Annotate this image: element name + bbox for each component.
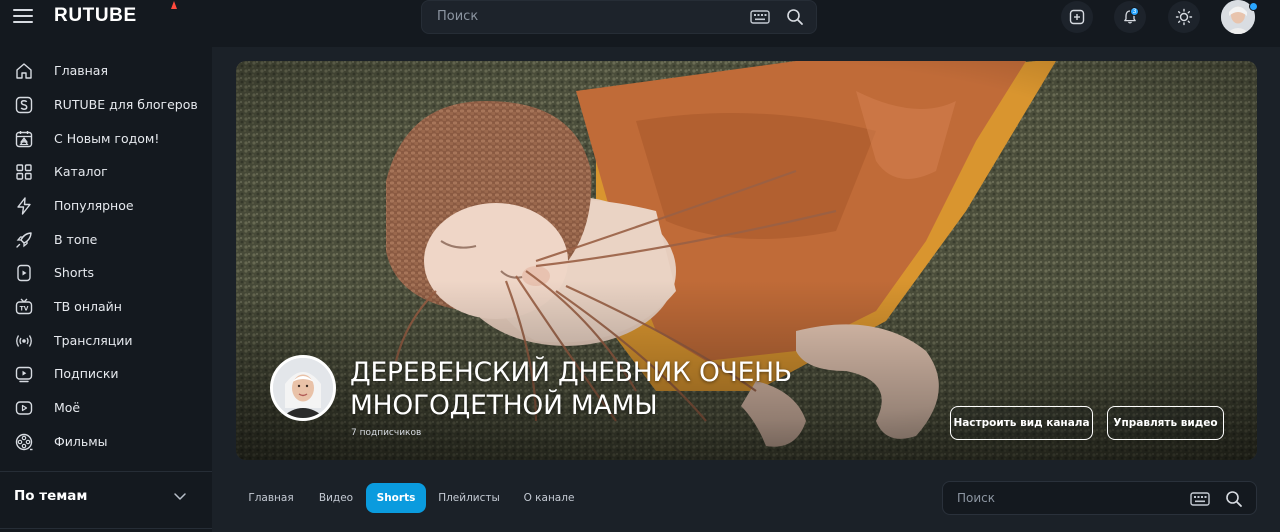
sidebar-divider bbox=[0, 471, 212, 472]
sidebar-item-label: Трансляции bbox=[54, 333, 133, 348]
svg-text:TV: TV bbox=[20, 306, 29, 313]
subscriptions-icon bbox=[15, 366, 33, 383]
tab-home[interactable]: Главная bbox=[242, 483, 300, 513]
sidebar-item-label: Каталог bbox=[54, 164, 108, 179]
sidebar-item-label: Фильмы bbox=[54, 434, 108, 449]
channel-search-bar[interactable]: Поиск bbox=[942, 481, 1257, 515]
shorts-icon bbox=[17, 264, 31, 282]
sidebar-item-label: Shorts bbox=[54, 265, 95, 280]
menu-icon[interactable] bbox=[13, 6, 33, 26]
chevron-down-icon bbox=[174, 493, 186, 500]
search-input[interactable]: Поиск bbox=[437, 9, 478, 24]
tab-shorts[interactable]: Shorts bbox=[366, 483, 426, 513]
sidebar-divider bbox=[0, 528, 212, 529]
search-bar[interactable]: Поиск bbox=[421, 0, 817, 34]
sidebar-item-label: Популярное bbox=[54, 198, 134, 213]
sidebar-item-top[interactable]: В топе bbox=[0, 223, 212, 257]
sidebar-item-broadcasts[interactable]: Трансляции bbox=[0, 324, 212, 358]
rocket-icon bbox=[16, 232, 32, 248]
theme-toggle-button[interactable] bbox=[1168, 1, 1200, 33]
manage-videos-button[interactable]: Управлять видео bbox=[1107, 406, 1224, 440]
sun-icon bbox=[1175, 8, 1193, 26]
channel-avatar-photo bbox=[273, 358, 333, 418]
logo-accent-icon bbox=[171, 1, 177, 9]
sidebar-item-label: Главная bbox=[54, 63, 108, 78]
sidebar-item-tv[interactable]: TV ТВ онлайн bbox=[0, 290, 212, 324]
sidebar-item-bloggers[interactable]: RUTUBE для блогеров bbox=[0, 88, 212, 122]
sidebar-item-popular[interactable]: Популярное bbox=[0, 189, 212, 223]
tab-videos[interactable]: Видео bbox=[311, 483, 361, 513]
sidebar-item-label: ТВ онлайн bbox=[54, 299, 122, 314]
sidebar-item-films[interactable]: Фильмы bbox=[0, 425, 212, 459]
broadcast-icon bbox=[16, 335, 32, 347]
sidebar-item-new-year[interactable]: С Новым годом! bbox=[0, 122, 212, 156]
keyboard-icon[interactable] bbox=[1190, 492, 1210, 506]
rutube-logo[interactable]: RUTUBE bbox=[54, 5, 137, 27]
grid-icon bbox=[16, 164, 32, 180]
studio-icon bbox=[15, 96, 33, 114]
customize-channel-button[interactable]: Настроить вид канала bbox=[950, 406, 1093, 440]
sidebar-item-label: Подписки bbox=[54, 366, 119, 381]
search-icon[interactable] bbox=[786, 8, 804, 26]
channel-title: ДЕРЕВЕНСКИЙ ДНЕВНИК ОЧЕНЬ МНОГОДЕТНОЙ МА… bbox=[350, 357, 792, 421]
top-bar: RUTUBE Поиск 3 bbox=[0, 0, 1280, 34]
sidebar-item-home[interactable]: Главная bbox=[0, 54, 212, 88]
upload-button[interactable] bbox=[1061, 1, 1093, 33]
tab-playlists[interactable]: Плейлисты bbox=[432, 483, 506, 513]
sidebar-topics-label: По темам bbox=[14, 488, 88, 504]
tv-icon: TV bbox=[15, 298, 33, 315]
sidebar-item-catalog[interactable]: Каталог bbox=[0, 155, 212, 189]
user-status-dot bbox=[1249, 2, 1258, 11]
sidebar-item-label: Моё bbox=[54, 400, 81, 415]
lightning-icon bbox=[17, 197, 31, 215]
sidebar-topics-toggle[interactable]: По темам bbox=[0, 479, 212, 513]
search-icon[interactable] bbox=[1225, 490, 1243, 508]
film-icon bbox=[15, 433, 33, 451]
sidebar-item-my[interactable]: Моё bbox=[0, 391, 212, 425]
sidebar-item-label: RUTUBE для блогеров bbox=[54, 97, 198, 112]
plus-square-icon bbox=[1069, 9, 1085, 25]
sidebar-item-subscriptions[interactable]: Подписки bbox=[0, 357, 212, 391]
channel-search-input[interactable]: Поиск bbox=[957, 491, 995, 505]
sidebar: Главная RUTUBE для блогеров С Новым годо… bbox=[0, 47, 212, 532]
my-videos-icon bbox=[15, 401, 33, 415]
calendar-tree-icon bbox=[15, 131, 33, 148]
sidebar-item-shorts[interactable]: Shorts bbox=[0, 256, 212, 290]
home-icon bbox=[16, 63, 32, 79]
notification-badge: 3 bbox=[1130, 7, 1139, 16]
subscriber-count: 7 подписчиков bbox=[351, 428, 422, 438]
keyboard-icon[interactable] bbox=[750, 10, 770, 24]
tab-about[interactable]: О канале bbox=[516, 483, 582, 513]
sidebar-item-label: С Новым годом! bbox=[54, 131, 160, 146]
notifications-button[interactable]: 3 bbox=[1114, 1, 1146, 33]
channel-avatar[interactable] bbox=[270, 355, 336, 421]
sidebar-item-label: В топе bbox=[54, 232, 98, 247]
